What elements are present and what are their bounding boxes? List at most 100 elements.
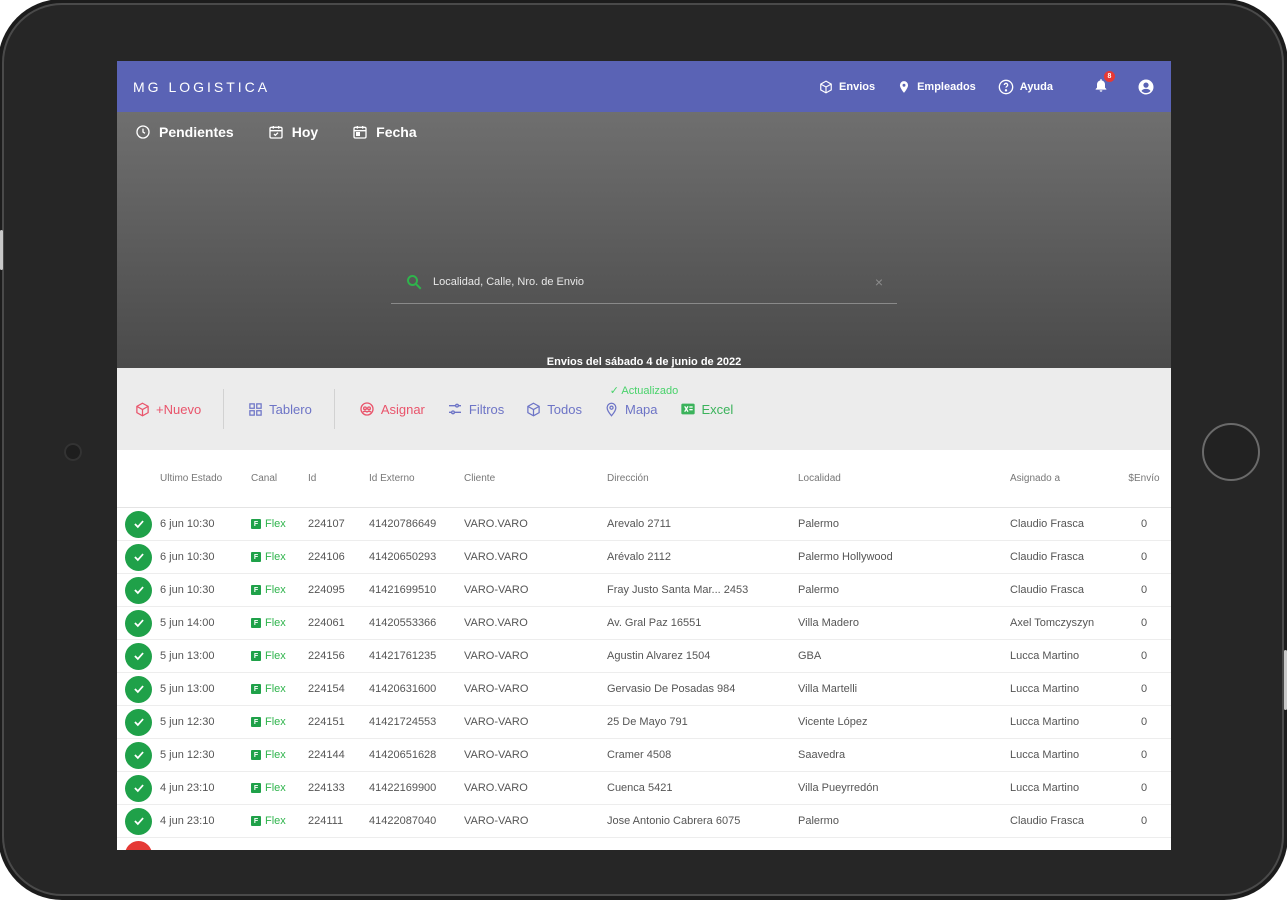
search-box[interactable]: Localidad, Calle, Nro. de Envio ×	[391, 260, 897, 304]
row-asig: Lucca Martino	[1010, 683, 1080, 695]
table-row[interactable]: 5 jun 13:00 F Flex 224154 41420631600 VARO-VA…	[117, 673, 1171, 706]
col-header-direccion[interactable]: Dirección	[607, 473, 798, 484]
row-ext: 41420650293	[369, 551, 437, 563]
row-ext: 41420631600	[369, 683, 437, 695]
account-button[interactable]	[1137, 78, 1155, 96]
row-canal: F Flex	[251, 584, 308, 596]
map-button[interactable]: Mapa	[604, 402, 680, 417]
row-dir: Arevalo 2711	[607, 518, 672, 530]
nav-envios-label: Envios	[839, 80, 876, 93]
tab-fecha-label: Fecha	[376, 124, 417, 140]
table-row[interactable]: 4 jun 23:10 F Flex 224133 41422169900 VARO.VA…	[117, 772, 1171, 805]
new-button[interactable]: +Nuevo	[135, 402, 223, 417]
col-header-localidad[interactable]: Localidad	[798, 473, 1010, 484]
table-row[interactable]: 5 jun 14:00 F Flex 224061 41420553366 VARO.VA…	[117, 607, 1171, 640]
shipments-table: Ultimo Estado Canal Id Id Externo Client…	[117, 450, 1171, 850]
table-row[interactable]: 6 jun 10:30 F Flex 224095 41421699510 VARO-VA…	[117, 574, 1171, 607]
top-nav: Envios Empleados Ayuda 8	[819, 71, 1155, 96]
table-row[interactable]: 5 jun 12:30 F Flex 224144 41420651628 VARO-VA…	[117, 739, 1171, 772]
row-estado: 5 jun 13:00	[160, 683, 215, 695]
tab-pendientes-label: Pendientes	[159, 124, 234, 140]
delivered-check-icon	[125, 807, 152, 835]
channel-badge: F Flex	[251, 650, 308, 662]
row-dir: Agustin Alvarez 1504	[607, 650, 711, 662]
row-cliente: VARO.VARO	[464, 617, 528, 629]
row-id: 224154	[308, 683, 345, 695]
row-asig: Lucca Martino	[1010, 650, 1080, 662]
col-header-asignado[interactable]: Asignado a	[1010, 473, 1124, 484]
channel-badge: F Flex	[251, 617, 308, 629]
row-ext: 41421699510	[369, 584, 437, 596]
row-canal: F Flex	[251, 551, 308, 563]
board-button-label: Tablero	[269, 401, 312, 417]
row-ext: 41420651628	[369, 749, 437, 761]
table-row[interactable]	[117, 838, 1171, 850]
row-status-cell	[117, 807, 160, 835]
flex-icon: F	[251, 684, 261, 694]
table-row[interactable]: 5 jun 12:30 F Flex 224151 41421724553 VARO-VA…	[117, 706, 1171, 739]
search-input[interactable]: Localidad, Calle, Nro. de Envio	[433, 276, 875, 288]
row-ext: 41420786649	[369, 518, 437, 530]
cube-icon	[527, 402, 541, 416]
col-header-cliente[interactable]: Cliente	[464, 473, 607, 484]
row-status-cell	[117, 741, 160, 769]
row-loc: Villa Madero	[798, 617, 859, 629]
row-cliente: VARO-VARO	[464, 650, 529, 662]
row-id: 224061	[308, 617, 345, 629]
brand-logo: MG LOGISTICA	[133, 78, 271, 95]
clear-search-icon[interactable]: ×	[875, 274, 883, 290]
row-id: 224151	[308, 716, 345, 728]
row-loc: Palermo Hollywood	[798, 551, 893, 563]
table-row[interactable]: 6 jun 10:30 F Flex 224107 41420786649 VARO.VA…	[117, 508, 1171, 541]
excel-icon	[680, 403, 695, 415]
nav-empleados[interactable]: Empleados	[897, 80, 976, 94]
search-icon	[407, 274, 422, 289]
all-button-label: Todos	[547, 401, 582, 417]
table-row[interactable]: 4 jun 23:10 F Flex 224111 41422087040 VARO-VA…	[117, 805, 1171, 838]
row-loc: Villa Martelli	[798, 683, 858, 695]
row-envio: 0	[1140, 815, 1148, 827]
flex-icon: F	[251, 552, 261, 562]
delivered-check-icon	[125, 543, 152, 571]
nav-envios[interactable]: Envios	[819, 79, 876, 94]
col-header-id-externo[interactable]: Id Externo	[369, 473, 464, 484]
nav-ayuda[interactable]: Ayuda	[998, 79, 1053, 95]
assign-button[interactable]: Asignar	[359, 401, 447, 417]
side-button[interactable]	[0, 230, 3, 270]
col-header-id[interactable]: Id	[308, 473, 369, 484]
row-status-cell	[117, 675, 160, 703]
board-button[interactable]: Tablero	[248, 402, 334, 417]
row-dir: Jose Antonio Cabrera 6075	[607, 815, 741, 827]
home-button[interactable]	[1202, 423, 1260, 481]
col-header-envio[interactable]: $Envío	[1124, 473, 1164, 484]
row-canal: F Flex	[251, 650, 308, 662]
row-status-cell	[117, 642, 160, 670]
col-header-canal[interactable]: Canal	[251, 473, 308, 484]
filters-button[interactable]: Filtros	[447, 401, 526, 417]
table-row[interactable]: 6 jun 10:30 F Flex 224106 41420650293 VARO.VA…	[117, 541, 1171, 574]
row-asig: Claudio Frasca	[1010, 815, 1084, 827]
row-dir: 25 De Mayo 791	[607, 716, 688, 728]
all-button[interactable]: Todos	[526, 402, 604, 417]
delivered-check-icon	[125, 774, 152, 802]
row-dir: Cuenca 5421	[607, 782, 673, 794]
notification-badge: 8	[1104, 71, 1115, 82]
tab-hoy[interactable]: Hoy	[268, 124, 318, 140]
col-header-estado[interactable]: Ultimo Estado	[160, 473, 251, 484]
row-id: 224144	[308, 749, 345, 761]
row-envio: 0	[1140, 650, 1148, 662]
excel-button[interactable]: Excel	[680, 401, 756, 417]
row-estado: 6 jun 10:30	[160, 518, 215, 530]
row-estado: 5 jun 13:00	[160, 650, 215, 662]
row-estado: 5 jun 12:30	[160, 716, 215, 728]
table-row[interactable]: 5 jun 13:00 F Flex 224156 41421761235 VARO-VA…	[117, 640, 1171, 673]
channel-badge: F Flex	[251, 518, 308, 530]
notifications-button[interactable]: 8	[1093, 71, 1115, 96]
tab-pendientes[interactable]: Pendientes	[135, 124, 234, 140]
tab-fecha[interactable]: Fecha	[352, 124, 417, 140]
channel-label: Flex	[265, 749, 286, 761]
row-canal: F Flex	[251, 815, 308, 827]
help-icon	[998, 79, 1014, 94]
top-bar: MG LOGISTICA Envios Empleados Ayuda 8	[117, 61, 1171, 112]
tablet-frame: MG LOGISTICA Envios Empleados Ayuda 8 Pe…	[2, 3, 1284, 896]
